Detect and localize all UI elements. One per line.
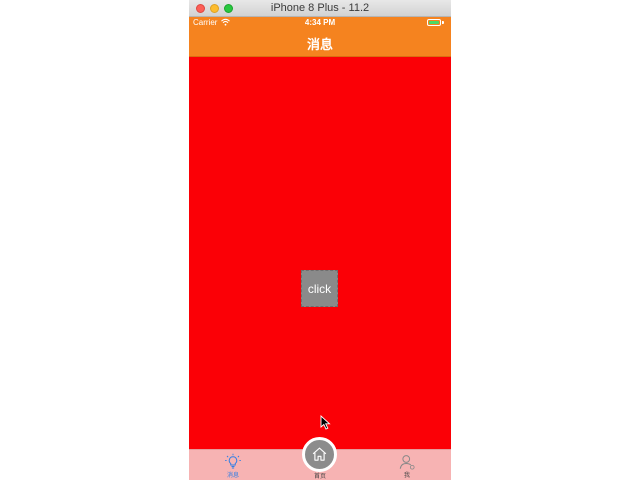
- person-icon: [399, 455, 415, 470]
- simulator-window: iPhone 8 Plus - 11.2 Carrier 4:34 PM 消息 …: [189, 0, 451, 480]
- click-button[interactable]: click: [301, 270, 338, 307]
- tab-messages[interactable]: 消息: [203, 450, 263, 480]
- navigation-bar: 消息: [189, 29, 451, 57]
- tab-label-me: 我: [403, 472, 410, 479]
- status-time: 4:34 PM: [304, 18, 336, 27]
- window-title: iPhone 8 Plus - 11.2: [270, 2, 370, 14]
- home-button[interactable]: [302, 437, 337, 472]
- page-title: 消息: [306, 38, 333, 53]
- battery-tip: [442, 21, 444, 24]
- status-bar: Carrier 4:34 PM: [189, 17, 451, 29]
- tab-label-messages: 消息: [226, 472, 239, 479]
- lightbulb-icon: [225, 453, 241, 469]
- main-content: click: [189, 57, 451, 449]
- window-titlebar: iPhone 8 Plus - 11.2: [189, 0, 451, 17]
- mouse-cursor-icon: [320, 415, 331, 430]
- tab-me[interactable]: 我: [377, 450, 437, 480]
- home-icon: [312, 447, 327, 461]
- tab-home[interactable]: 首页: [290, 437, 350, 480]
- battery-icon: [427, 19, 441, 26]
- tab-label-home: 首页: [313, 473, 326, 480]
- tab-bar: 消息 首页 我: [189, 437, 451, 480]
